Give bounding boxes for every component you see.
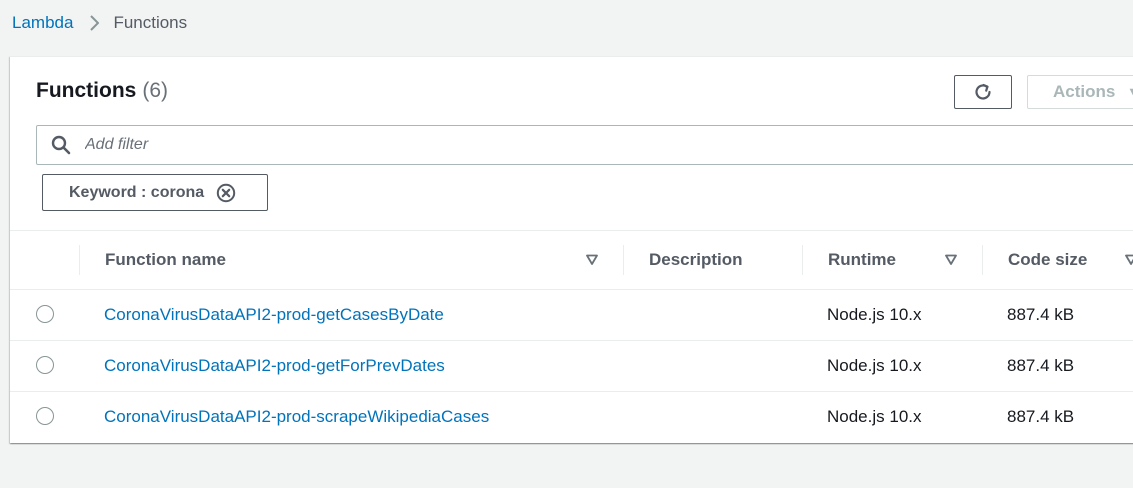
breadcrumb: Lambda Functions: [12, 12, 187, 34]
column-divider: [802, 245, 803, 275]
filter-token-label: Keyword : corona: [69, 183, 205, 201]
column-divider: [982, 245, 983, 275]
search-icon: [37, 135, 85, 155]
function-runtime: Node.js 10.x: [827, 356, 922, 375]
panel-title-text: Functions: [36, 79, 137, 102]
column-header-code-size[interactable]: Code size: [1008, 231, 1087, 289]
page-title: Functions (6): [36, 79, 168, 103]
column-header-description[interactable]: Description: [649, 231, 743, 289]
breadcrumb-lambda-link[interactable]: Lambda: [12, 13, 73, 33]
remove-token-icon[interactable]: [216, 183, 236, 203]
table-row: CoronaVirusDataAPI2-prod-getCasesByDate …: [10, 290, 1133, 341]
functions-table: Function name Description Runtime Code s…: [10, 230, 1133, 443]
function-code-size: 887.4 kB: [1007, 407, 1075, 426]
filter-input[interactable]: [85, 136, 985, 154]
sort-triangle-icon[interactable]: [945, 253, 957, 271]
function-code-size: 887.4 kB: [1007, 356, 1075, 375]
function-runtime: Node.js 10.x: [827, 305, 922, 324]
refresh-icon: [972, 81, 994, 103]
functions-panel: Functions(6) Actions ▼ Keyword : corona: [10, 56, 1133, 443]
function-runtime: Node.js 10.x: [827, 407, 922, 426]
refresh-button[interactable]: [954, 75, 1012, 109]
row-select-radio[interactable]: [36, 305, 54, 323]
column-divider: [623, 245, 624, 275]
function-name-link[interactable]: CoronaVirusDataAPI2-prod-scrapeWikipedia…: [104, 407, 489, 427]
function-name-link[interactable]: CoronaVirusDataAPI2-prod-getCasesByDate: [104, 305, 444, 325]
function-name-link[interactable]: CoronaVirusDataAPI2-prod-getForPrevDates: [104, 356, 445, 376]
row-select-radio[interactable]: [36, 356, 54, 374]
table-row: CoronaVirusDataAPI2-prod-scrapeWikipedia…: [10, 392, 1133, 443]
actions-dropdown-button[interactable]: Actions ▼: [1027, 75, 1133, 109]
filter-token: Keyword : corona: [42, 174, 268, 211]
column-header-runtime[interactable]: Runtime: [828, 231, 896, 289]
function-code-size: 887.4 kB: [1007, 305, 1075, 324]
column-header-function-name[interactable]: Function name: [105, 231, 226, 289]
table-row: CoronaVirusDataAPI2-prod-getForPrevDates…: [10, 341, 1133, 392]
filter-bar: [36, 125, 1133, 165]
function-count: (6): [142, 79, 168, 102]
chevron-right-icon: [89, 15, 100, 31]
row-select-radio[interactable]: [36, 407, 54, 425]
caret-down-icon: ▼: [1127, 86, 1133, 98]
sort-triangle-icon[interactable]: [586, 253, 598, 271]
actions-label: Actions: [1053, 82, 1116, 101]
table-header-row: Function name Description Runtime Code s…: [10, 230, 1133, 290]
breadcrumb-current: Functions: [113, 13, 188, 32]
sort-triangle-icon[interactable]: [1125, 253, 1133, 271]
column-divider: [79, 245, 80, 275]
